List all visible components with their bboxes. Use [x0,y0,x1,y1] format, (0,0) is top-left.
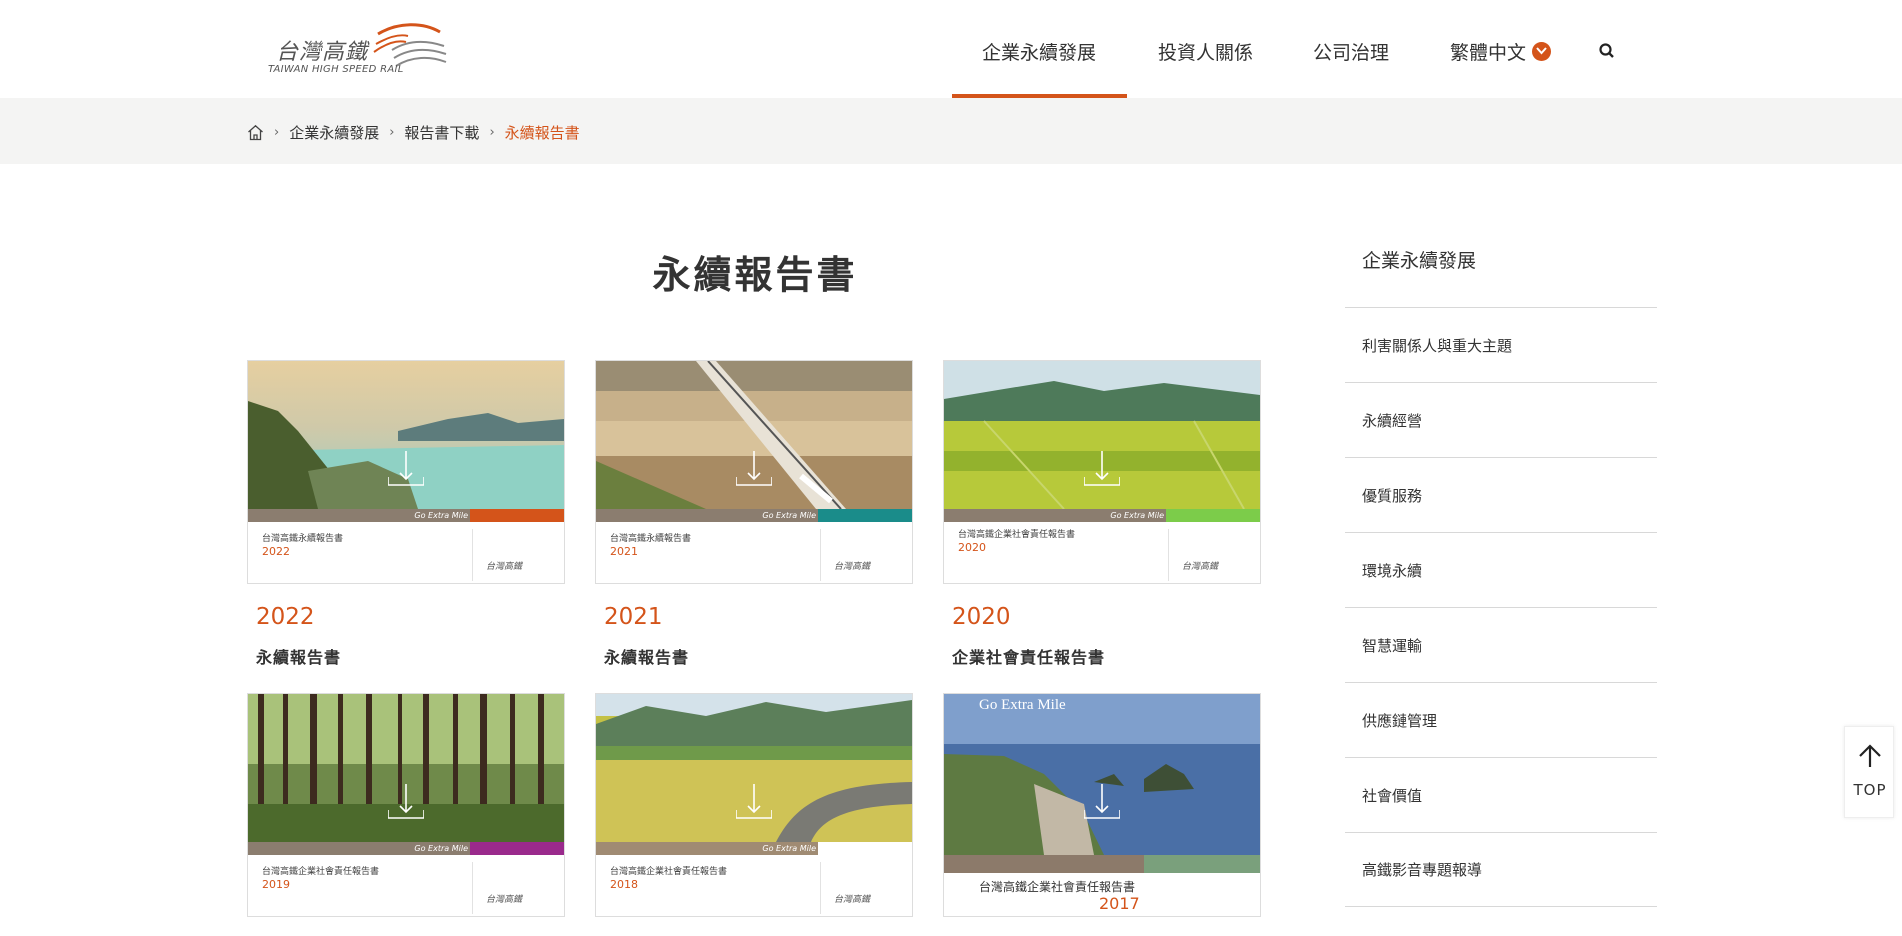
strip-text: Go Extra Mile [414,511,468,520]
cover-strip: Go Extra Mile [248,509,564,522]
breadcrumb-csr[interactable]: 企業永續發展 [289,122,379,143]
breadcrumb-bar: › 企業永續發展 › 報告書下載 › 永續報告書 [0,98,1902,164]
sidebar-item-supply-chain[interactable]: 供應鏈管理 [1345,682,1657,757]
cover-logo: 台灣高鐵 [486,895,523,905]
sidebar-menu: 利害關係人與重大主題 永續經營 優質服務 環境永續 智慧運輸 供應鏈管理 社會價… [1345,307,1657,907]
sidebar-item-video-reports[interactable]: 高鐵影音專題報導 [1345,832,1657,907]
report-cover[interactable]: Go Extra Mile 台灣高鐵企業社會責任報告書 2017 [943,693,1261,917]
strip-accent [1166,509,1260,522]
sidebar-item-stakeholders[interactable]: 利害關係人與重大主題 [1345,307,1657,382]
cover-year: 2017 [1099,894,1140,913]
cover-strip: Go Extra Mile [944,509,1260,522]
cover-year: 2022 [262,545,290,558]
report-cover[interactable]: Go Extra Mile 台灣高鐵企業社會責任報告書 2020 台灣高鐵 [943,360,1261,584]
chevron-right-icon: › [489,125,495,140]
cover-logo: 台灣高鐵 [486,562,523,572]
page-title: 永續報告書 [652,253,858,297]
cover-year: 2020 [958,541,986,554]
language-label: 繁體中文 [1450,42,1527,64]
chevron-right-icon: › [389,125,395,140]
strip-accent [818,509,912,522]
report-year[interactable]: 2020 [952,604,1011,630]
logo-chinese: 台灣高鐵 [276,40,369,65]
download-icon [736,451,772,486]
back-to-top-button[interactable]: TOP [1844,726,1894,818]
site-header: 台灣高鐵 TAIWAN HIGH SPEED RAIL 企業永續發展 投資人關係… [0,0,1902,98]
divider [1168,529,1169,581]
download-icon [388,784,424,819]
divider [472,862,473,914]
report-card-2020[interactable]: Go Extra Mile 台灣高鐵企業社會責任報告書 2020 台灣高鐵 20… [943,360,1261,667]
cover-year: 2021 [610,545,638,558]
cover-logo: 台灣高鐵 [834,562,871,572]
cover-slogan: Go Extra Mile [979,697,1066,713]
download-icon [388,451,424,486]
report-year[interactable]: 2022 [256,604,315,630]
cover-strip [944,855,1260,873]
report-name[interactable]: 永續報告書 [256,644,341,668]
cover-title: 台灣高鐵企業社會責任報告書 [262,867,380,877]
report-cover[interactable]: Go Extra Mile 台灣高鐵永續報告書 2021 台灣高鐵 [595,360,913,584]
download-icon [1084,451,1120,486]
report-cover[interactable]: Go Extra Mile 台灣高鐵企業社會責任報告書 2019 台灣高鐵 [247,693,565,917]
cover-image-coast [944,694,1260,855]
strip-text: Go Extra Mile [762,511,816,520]
cover-title: 台灣高鐵企業社會責任報告書 [610,867,728,877]
strip-text: Go Extra Mile [762,844,816,853]
strip-text: Go Extra Mile [1110,511,1164,520]
search-icon[interactable] [1598,42,1616,60]
cover-strip: Go Extra Mile [596,509,912,522]
download-icon [736,784,772,819]
report-year[interactable]: 2021 [604,604,663,630]
language-select[interactable]: 繁體中文 [1450,38,1552,65]
chevron-down-icon [1532,42,1552,61]
sidebar-item-sustainable-operation[interactable]: 永續經營 [1345,382,1657,457]
breadcrumb-report-download[interactable]: 報告書下載 [404,122,479,143]
report-card-2022[interactable]: Go Extra Mile 台灣高鐵永續報告書 2022 台灣高鐵 2022 永… [247,360,565,667]
cover-logo: 台灣高鐵 [1182,562,1219,572]
cover-title: 台灣高鐵企業社會責任報告書 [979,880,1136,894]
cover-title: 台灣高鐵永續報告書 [262,534,344,544]
cover-strip: Go Extra Mile [596,842,912,855]
report-card-2018[interactable]: Go Extra Mile 台灣高鐵企業社會責任報告書 2018 台灣高鐵 [595,693,913,917]
sidebar-item-environment[interactable]: 環境永續 [1345,532,1657,607]
strip-accent [470,842,564,855]
home-icon[interactable] [247,124,264,141]
divider [820,862,821,914]
cover-year: 2019 [262,878,290,891]
report-name[interactable]: 企業社會責任報告書 [952,644,1105,668]
cover-logo: 台灣高鐵 [834,895,871,905]
logo-english: TAIWAN HIGH SPEED RAIL [268,64,404,75]
breadcrumb: › 企業永續發展 › 報告書下載 › 永續報告書 [247,122,580,143]
sidebar-item-smart-transport[interactable]: 智慧運輸 [1345,607,1657,682]
divider [472,529,473,581]
strip-accent [818,842,912,855]
strip-text: Go Extra Mile [414,844,468,853]
thsr-logo[interactable]: 台灣高鐵 TAIWAN HIGH SPEED RAIL [268,20,448,80]
download-icon [1084,784,1120,819]
nav-corporate-governance[interactable]: 公司治理 [1313,38,1389,65]
report-cover[interactable]: Go Extra Mile 台灣高鐵永續報告書 2022 台灣高鐵 [247,360,565,584]
report-card-2017[interactable]: Go Extra Mile 台灣高鐵企業社會責任報告書 2017 [943,693,1261,917]
arrow-up-icon [1859,744,1881,767]
cover-title: 台灣高鐵永續報告書 [610,534,692,544]
cover-strip: Go Extra Mile [248,842,564,855]
chevron-right-icon: › [274,125,280,140]
breadcrumb-current: 永續報告書 [504,124,580,142]
report-cover[interactable]: Go Extra Mile 台灣高鐵企業社會責任報告書 2018 台灣高鐵 [595,693,913,917]
report-name[interactable]: 永續報告書 [604,644,689,668]
divider [820,529,821,581]
nav-csr[interactable]: 企業永續發展 [982,38,1096,65]
report-card-2019[interactable]: Go Extra Mile 台灣高鐵企業社會責任報告書 2019 台灣高鐵 [247,693,565,917]
cover-year: 2018 [610,878,638,891]
cover-title: 台灣高鐵企業社會責任報告書 [958,530,1076,540]
nav-investor-relations[interactable]: 投資人關係 [1158,38,1253,65]
report-card-2021[interactable]: Go Extra Mile 台灣高鐵永續報告書 2021 台灣高鐵 2021 永… [595,360,913,667]
strip-accent [1144,855,1260,873]
sidebar-item-social-value[interactable]: 社會價值 [1345,757,1657,832]
sidebar-title: 企業永續發展 [1362,250,1477,272]
strip-accent [470,509,564,522]
back-to-top-label: TOP [1853,781,1887,799]
sidebar-item-quality-service[interactable]: 優質服務 [1345,457,1657,532]
